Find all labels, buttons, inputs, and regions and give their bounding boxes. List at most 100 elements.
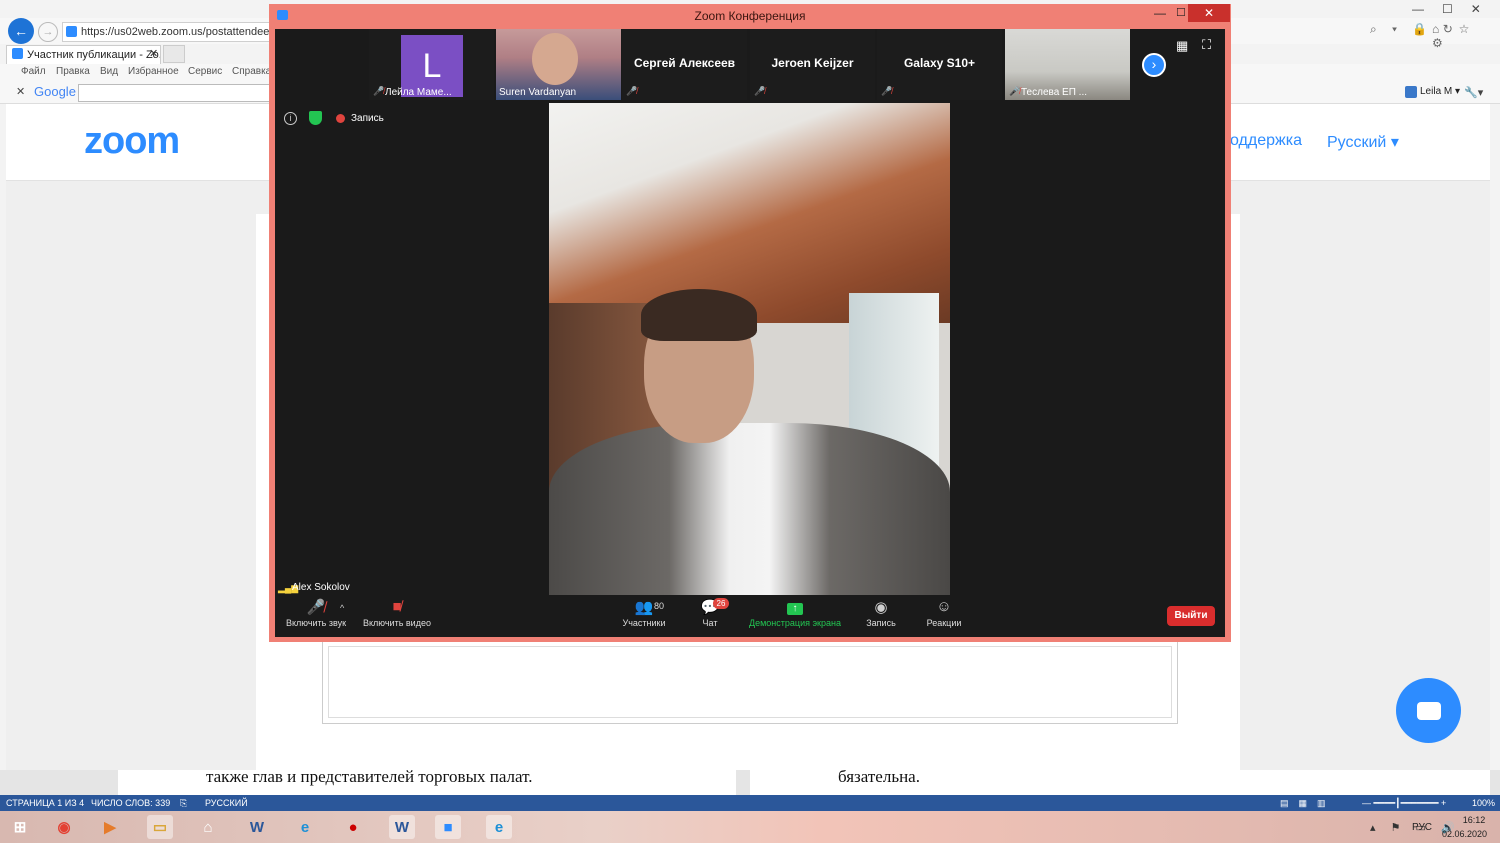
internet-explorer-icon[interactable]: e [292,815,318,839]
media-player-icon[interactable]: ▶ [97,815,123,839]
participant-thumb[interactable]: Suren Vardanyan [496,29,621,100]
word-page-right: бязательна. [750,770,1490,795]
zoom-favicon-icon [12,48,23,59]
mic-muted-icon: 🎤̸ [1009,86,1021,96]
menu-help[interactable]: Справка [232,66,271,77]
leave-meeting-button[interactable]: Выйти [1167,606,1215,626]
taskbar [0,811,1500,843]
browser-window-controls[interactable]: —☐✕ [1412,2,1499,16]
zoom-favicon-icon [66,26,77,37]
reactions-label: Реакции [926,618,962,628]
participant-name: Лейла Маме... [385,87,452,98]
menu-view[interactable]: Вид [100,66,118,77]
gallery-view-icon[interactable]: ▦ [1176,38,1188,54]
input-language[interactable]: РУС [1412,822,1432,833]
participant-thumb[interactable]: Jeroen Keijzer 🎤̸ [750,29,875,100]
word-page-left: также глав и представителей торговых пал… [118,770,736,795]
word-count[interactable]: ЧИСЛО СЛОВ: 339 [91,798,170,808]
clock-time[interactable]: 16:12 [1454,815,1494,825]
support-link[interactable]: оддержка [1230,132,1302,150]
mic-muted-icon: 🎤̸ [626,86,638,96]
active-speaker-video[interactable] [549,103,950,595]
close-icon[interactable]: ✕ [1188,4,1230,22]
browser-tab[interactable]: Участник публикации - Zo... [6,45,161,65]
video-speaker-body [549,423,950,595]
zoom-slider[interactable]: — ━━━━┃━━━━━━━ + [1362,798,1446,809]
mic-muted-icon: 🎤̸ [881,86,893,96]
participant-name: Galaxy S10+ [903,56,976,70]
participant-thumb[interactable]: Сергей Алексеев 🎤̸ [622,29,747,100]
start-video-label: Включить видео [363,618,431,628]
menu-edit[interactable]: Правка [56,66,90,77]
user-menu[interactable]: Leila M ▾ [1404,86,1460,97]
participants-count: 80 [654,601,665,611]
participant-thumb[interactable]: L 🎤̸ Лейла Маме... [369,29,494,100]
security-shield-icon[interactable] [309,111,322,125]
smiley-icon: ☺ [936,598,952,615]
google-search-input[interactable] [78,84,270,102]
address-bar[interactable]: https://us02web.zoom.us/postattendee?id=… [62,22,272,42]
audio-options-caret-icon[interactable]: ^ [340,603,344,613]
chrome-icon[interactable]: ◉ [51,815,77,839]
minimize-icon[interactable]: — [1154,6,1166,20]
windows-start-icon[interactable]: ⊞ [7,815,33,839]
record-icon: ◉ [874,599,888,616]
next-page-button[interactable]: › [1142,53,1166,77]
info-icon[interactable]: i [284,112,297,125]
menu-file[interactable]: Файл [21,66,46,77]
language-selector[interactable]: Русский ▾ [1327,132,1399,152]
maximize-icon[interactable]: ☐ [1176,6,1186,19]
mic-muted-icon: 🎤̸ [373,86,385,96]
reactions-button[interactable]: ☺ Реакции [923,598,965,628]
word-icon[interactable]: W [244,815,270,839]
zoom-app-icon[interactable]: ■ [435,815,461,839]
record-button[interactable]: ◉ Запись [862,598,900,628]
arrow-left-icon: ← [14,23,28,39]
menu-tools[interactable]: Сервис [188,66,222,77]
zoom-logo[interactable]: zoom [84,120,180,163]
chat-label: Чат [702,618,718,628]
participant-name: Сергей Алексеев [633,56,736,70]
doc-text-right: бязательна. [838,770,920,786]
participant-thumb[interactable]: 🎤̸ Теслева ЕП ... [1005,29,1130,100]
file-explorer-icon[interactable]: ▭ [147,815,173,839]
start-video-button[interactable]: ■̸ Включить видео [360,598,434,628]
back-button[interactable]: ← [8,18,34,44]
forward-button[interactable]: → [38,22,58,42]
chat-unread-badge: 26 [713,598,729,609]
new-tab-button[interactable] [163,45,185,63]
document-language[interactable]: РУССКИЙ [205,798,248,808]
word-window-icon[interactable]: W [389,815,415,839]
participant-name: Jeroen Keijzer [771,56,854,70]
chat-bubble-icon [1416,701,1441,720]
google-toolbar-close-icon[interactable]: ✕ [16,85,25,98]
recording-dot-icon [336,114,345,123]
participant-name: Теслева ЕП ... [1021,87,1088,98]
clock-date[interactable]: 02.06.2020 [1442,829,1487,839]
wrench-icon[interactable]: 🔧▾ [1464,86,1483,99]
home-icon[interactable]: ⌂ [195,815,221,839]
recording-label: Запись [351,113,384,124]
app-icon[interactable]: ● [340,815,366,839]
doc-text-left: также глав и представителей торговых пал… [206,770,533,786]
tab-close-icon[interactable]: ✕ [149,47,158,60]
video-off-icon: ■̸ [392,598,402,615]
participants-label: Участники [622,618,666,628]
menu-favorites[interactable]: Избранное [128,66,179,77]
view-mode-icons[interactable]: ▤ ▦ ▥ [1280,798,1326,809]
internet-explorer-window-icon[interactable]: e [486,815,512,839]
record-label: Запись [866,618,896,628]
zoom-level[interactable]: 100% [1472,798,1495,808]
page-count[interactable]: СТРАНИЦА 1 ИЗ 4 [6,798,84,808]
video-speaker-hair [641,289,757,341]
participant-thumb[interactable]: Galaxy S10+ 🎤̸ [877,29,1002,100]
chevron-right-icon: › [1151,56,1157,72]
browser-toolbar-icons[interactable]: ⌂ ☆ ⚙ [1432,22,1500,50]
google-logo: Google [34,84,76,99]
proofing-icon[interactable]: ⎘ [180,798,187,809]
form-field[interactable] [328,646,1172,718]
chat-help-button[interactable] [1396,678,1461,743]
fullscreen-icon[interactable]: ⛶ [1202,37,1211,53]
active-speaker-name: Alex Sokolov [292,582,350,593]
share-screen-button[interactable]: ↑ Демонстрация экрана [745,598,845,628]
